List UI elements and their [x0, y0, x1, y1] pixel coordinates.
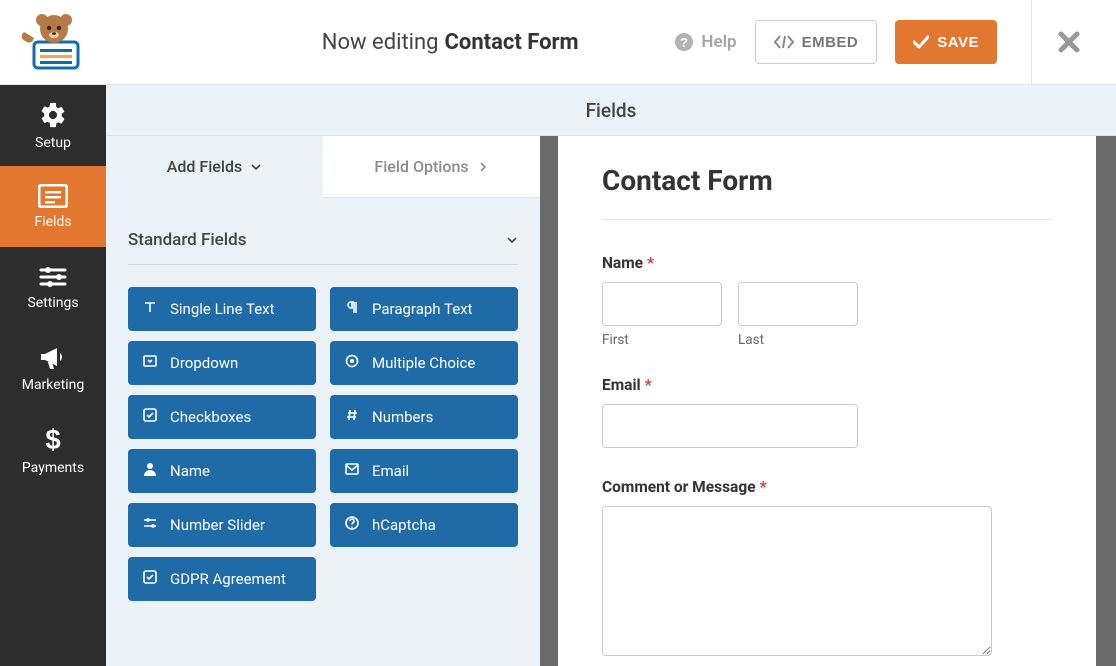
sidebar-item-label: Setup [35, 135, 71, 151]
editing-prefix: Now editing [322, 30, 439, 55]
input-message[interactable] [602, 506, 992, 656]
svg-text:$: $ [45, 424, 60, 454]
input-first-name[interactable] [602, 282, 722, 326]
label-text: Email [602, 376, 641, 394]
label-text: Name [602, 254, 643, 272]
check-icon [142, 407, 158, 427]
form-icon [38, 184, 68, 208]
sidebar: Setup Fields Settings [0, 85, 106, 666]
sidebar-item-label: Fields [34, 214, 71, 230]
field-type-gdpr-agreement[interactable]: GDPR Agreement [128, 557, 316, 601]
check-icon [913, 35, 929, 49]
mail-icon [344, 461, 360, 481]
required-mark: * [647, 254, 654, 272]
field-type-multiple-choice[interactable]: Multiple Choice [330, 341, 518, 385]
tab-label: Add Fields [167, 157, 242, 176]
chevron-right-icon [477, 161, 489, 173]
field-type-email[interactable]: Email [330, 449, 518, 493]
field-type-dropdown[interactable]: Dropdown [128, 341, 316, 385]
sublabel-first: First [602, 332, 722, 348]
gear-icon [39, 101, 67, 129]
sidebar-item-label: Marketing [22, 377, 85, 393]
chevron-down-icon [250, 161, 262, 173]
wpforms-logo-icon [18, 12, 88, 72]
sidebar-item-fields[interactable]: Fields [0, 166, 106, 247]
label-message: Comment or Message * [602, 478, 1052, 496]
field-type-label: hCaptcha [372, 516, 436, 534]
embed-label: EMBED [802, 34, 859, 51]
sidebar-item-setup[interactable]: Setup [0, 85, 106, 166]
save-label: SAVE [937, 34, 979, 51]
field-type-label: GDPR Agreement [170, 570, 286, 588]
divider [1031, 0, 1032, 85]
check-icon [142, 569, 158, 589]
label-text: Comment or Message [602, 478, 756, 496]
user-icon [142, 461, 158, 481]
field-palette: Add Fields Field Options Standard Fields [106, 136, 540, 666]
chevron-down-icon [506, 234, 518, 246]
editing-title: Now editing Contact Form [106, 30, 674, 55]
logo [0, 12, 106, 72]
field-type-label: Numbers [372, 408, 433, 426]
required-mark: * [645, 376, 652, 394]
field-type-name[interactable]: Name [128, 449, 316, 493]
form-name: Contact Form [445, 30, 579, 55]
sidebar-item-label: Settings [27, 295, 78, 311]
panel-header: Fields [106, 85, 1116, 136]
topbar: Now editing Contact Form ? Help EMBED SA… [0, 0, 1116, 85]
label-email: Email * [602, 376, 1052, 394]
preview-title: Contact Form [602, 164, 1052, 220]
bullhorn-icon [39, 345, 67, 371]
field-type-checkboxes[interactable]: Checkboxes [128, 395, 316, 439]
hash-icon [344, 407, 360, 427]
embed-button[interactable]: EMBED [755, 20, 878, 64]
close-icon[interactable] [1058, 31, 1080, 53]
sidebar-item-label: Payments [22, 460, 84, 476]
input-email[interactable] [602, 404, 858, 448]
para-icon [344, 299, 360, 319]
label-name: Name * [602, 254, 1052, 272]
field-type-label: Dropdown [170, 354, 238, 372]
sidebar-item-marketing[interactable]: Marketing [0, 328, 106, 409]
field-type-paragraph-text[interactable]: Paragraph Text [330, 287, 518, 331]
sidebar-item-payments[interactable]: $ Payments [0, 409, 106, 490]
field-type-single-line-text[interactable]: Single Line Text [128, 287, 316, 331]
sublabel-last: Last [738, 332, 858, 348]
top-actions: ? Help EMBED SAVE [674, 0, 1080, 85]
sidebar-item-settings[interactable]: Settings [0, 247, 106, 328]
field-type-hcaptcha[interactable]: hCaptcha [330, 503, 518, 547]
form-preview: Contact Form Name * First Last Emai [558, 136, 1096, 666]
svg-text:?: ? [680, 35, 688, 50]
help-link[interactable]: ? Help [674, 32, 736, 52]
help-icon: ? [674, 32, 694, 52]
field-type-numbers[interactable]: Numbers [330, 395, 518, 439]
field-type-label: Multiple Choice [372, 354, 475, 372]
radio-icon [344, 353, 360, 373]
tab-label: Field Options [374, 157, 468, 176]
group-standard-fields[interactable]: Standard Fields [128, 218, 518, 265]
embed-icon [774, 35, 794, 49]
required-mark: * [760, 478, 767, 496]
text-icon [142, 299, 158, 319]
sliders-icon [142, 515, 158, 535]
field-type-label: Paragraph Text [372, 300, 473, 318]
sliders-icon [39, 265, 67, 289]
field-type-label: Single Line Text [170, 300, 275, 318]
field-type-label: Checkboxes [170, 408, 251, 426]
tab-field-options[interactable]: Field Options [323, 136, 540, 198]
field-type-label: Email [372, 462, 409, 480]
help-icon [344, 515, 360, 535]
dollar-icon: $ [44, 424, 62, 454]
input-last-name[interactable] [738, 282, 858, 326]
tab-add-fields[interactable]: Add Fields [106, 136, 323, 198]
group-title: Standard Fields [128, 230, 246, 250]
field-type-label: Name [170, 462, 210, 480]
help-label: Help [701, 32, 736, 52]
field-type-label: Number Slider [170, 516, 265, 534]
field-type-number-slider[interactable]: Number Slider [128, 503, 316, 547]
save-button[interactable]: SAVE [895, 20, 997, 64]
dropdown-icon [142, 353, 158, 373]
